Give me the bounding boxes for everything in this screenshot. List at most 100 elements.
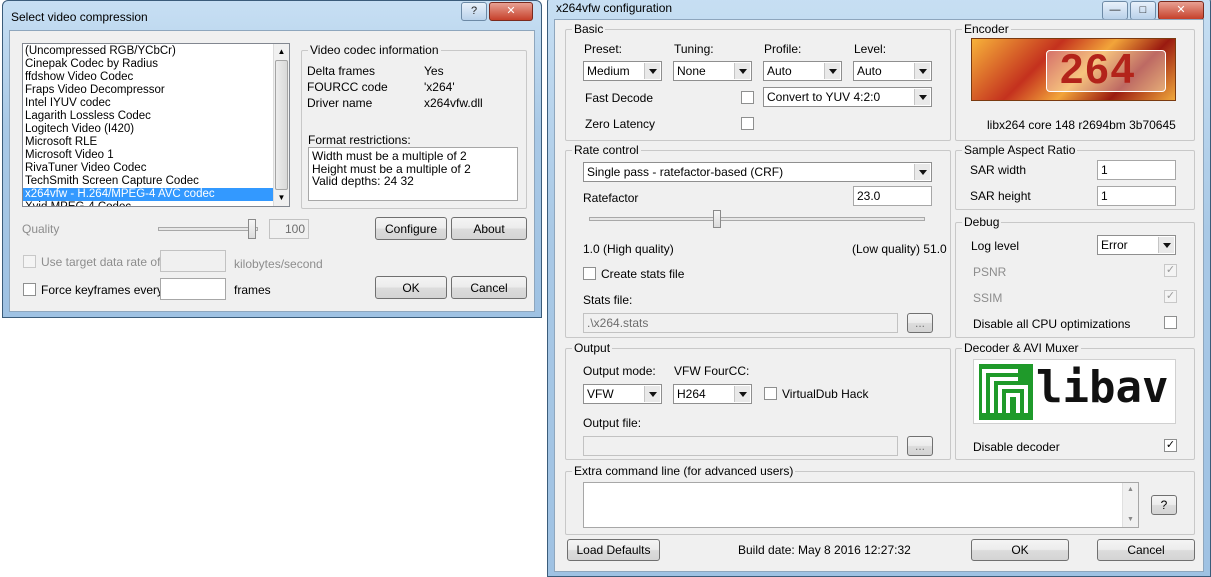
stats-file-field[interactable]: .\x264.stats	[583, 313, 898, 333]
codec-list-item[interactable]: Logitech Video (I420)	[23, 123, 273, 136]
output-title: Output	[572, 341, 613, 355]
basic-title: Basic	[572, 22, 606, 36]
codec-list-item[interactable]: x264vfw - H.264/MPEG-4 AVC codec	[23, 188, 273, 201]
right-close-button[interactable]: ✕	[1158, 1, 1204, 20]
virtualdub-label: VirtualDub Hack	[782, 387, 869, 401]
left-cancel-button[interactable]: Cancel	[451, 276, 527, 299]
disable-cpu-checkbox[interactable]	[1164, 316, 1177, 329]
codec-list-item[interactable]: Microsoft Video 1	[23, 149, 273, 162]
codec-list-item[interactable]: (Uncompressed RGB/YCbCr)	[23, 45, 273, 58]
quality-slider-thumb[interactable]	[248, 219, 256, 239]
maximize-button[interactable]: □	[1130, 1, 1156, 20]
virtualdub-checkbox[interactable]	[764, 387, 777, 400]
info-value-fourcc: 'x264'	[424, 80, 455, 94]
log-level-select[interactable]: Error	[1097, 235, 1176, 255]
dropdown-arrow-icon	[914, 63, 930, 79]
info-value-delta: Yes	[424, 64, 444, 78]
codec-list-item[interactable]: Xvid MPEG-4 Codec	[23, 201, 273, 206]
quality-value-field[interactable]: 100	[269, 219, 309, 239]
codec-list-item[interactable]: Lagarith Lossless Codec	[23, 110, 273, 123]
sar-title: Sample Aspect Ratio	[962, 143, 1078, 157]
keyframes-field[interactable]	[160, 278, 226, 300]
ratefactor-slider-thumb[interactable]	[712, 210, 721, 228]
encoder-version: libx264 core 148 r2694bm 3b70645	[987, 118, 1176, 132]
ratefactor-field[interactable]: 23.0	[853, 186, 932, 206]
x264-logo: 264	[971, 38, 1176, 101]
right-cancel-button[interactable]: Cancel	[1097, 539, 1195, 561]
codec-list[interactable]: (Uncompressed RGB/YCbCr) Cinepak Codec by…	[22, 43, 290, 207]
scroll-up-arrow-icon[interactable]: ▲	[274, 44, 289, 60]
fast-decode-checkbox[interactable]	[741, 91, 754, 104]
codec-list-item[interactable]: Microsoft RLE	[23, 136, 273, 149]
extra-cmdline-textarea[interactable]: ▲ ▼	[583, 482, 1139, 528]
extra-cmdline-scrollbar[interactable]: ▲ ▼	[1122, 483, 1138, 527]
encoder-title: Encoder	[962, 22, 1011, 36]
quality-slider-track[interactable]	[158, 227, 258, 231]
codec-list-scrollbar[interactable]: ▲ ▼	[273, 44, 289, 206]
output-file-label: Output file:	[583, 416, 642, 430]
scroll-down-arrow-icon[interactable]: ▼	[274, 190, 289, 206]
preset-select[interactable]: Medium	[583, 61, 662, 81]
fast-decode-label: Fast Decode	[585, 91, 654, 105]
psnr-label: PSNR	[973, 265, 1007, 279]
tuning-select[interactable]: None	[673, 61, 752, 81]
build-date: Build date: May 8 2016 12:27:32	[738, 543, 911, 557]
libav-logo-mark-icon	[979, 364, 1033, 420]
dropdown-arrow-icon	[644, 63, 660, 79]
sar-height-field[interactable]: 1	[1097, 186, 1176, 206]
level-select[interactable]: Auto	[853, 61, 932, 81]
low-quality-label: (Low quality) 51.0	[852, 242, 947, 256]
load-defaults-button[interactable]: Load Defaults	[567, 539, 660, 561]
target-rate-unit: kilobytes/second	[234, 257, 323, 271]
disable-decoder-label: Disable decoder	[973, 440, 1060, 454]
x264-logo-text: 264	[1060, 45, 1137, 92]
scroll-down-arrow-icon[interactable]: ▼	[1123, 513, 1138, 527]
codec-list-item[interactable]: Cinepak Codec by Radius	[23, 58, 273, 71]
stats-browse-button[interactable]: ...	[907, 313, 933, 333]
left-client-area: (Uncompressed RGB/YCbCr) Cinepak Codec by…	[9, 30, 535, 312]
video-codec-info-title: Video codec information	[308, 43, 441, 57]
sar-width-label: SAR width	[970, 163, 1027, 177]
profile-select[interactable]: Auto	[763, 61, 842, 81]
target-rate-field[interactable]	[160, 250, 226, 272]
output-file-field[interactable]	[583, 436, 898, 456]
zero-latency-checkbox[interactable]	[741, 117, 754, 130]
left-close-button[interactable]: ✕	[489, 2, 533, 21]
create-stats-checkbox[interactable]	[583, 267, 596, 280]
output-browse-button[interactable]: ...	[907, 436, 933, 456]
ratefactor-slider-track[interactable]	[589, 217, 925, 221]
zero-latency-label: Zero Latency	[585, 117, 656, 131]
about-button[interactable]: About	[451, 217, 527, 240]
keyframes-checkbox[interactable]	[23, 283, 36, 296]
codec-list-item[interactable]: Intel IYUV codec	[23, 97, 273, 110]
colorspace-select[interactable]: Convert to YUV 4:2:0	[763, 87, 932, 107]
target-rate-checkbox[interactable]	[23, 255, 36, 268]
sar-width-field[interactable]: 1	[1097, 160, 1176, 180]
psnr-checkbox[interactable]: ✓	[1164, 264, 1177, 277]
codec-list-item[interactable]: Fraps Video Decompressor	[23, 84, 273, 97]
left-titlebar[interactable]: Select video compression ? ✕	[3, 1, 541, 31]
codec-list-item[interactable]: RivaTuner Video Codec	[23, 162, 273, 175]
minimize-button[interactable]: —	[1102, 1, 1128, 20]
scroll-thumb[interactable]	[275, 60, 288, 190]
decoder-title: Decoder & AVI Muxer	[962, 341, 1081, 355]
scroll-up-arrow-icon[interactable]: ▲	[1123, 483, 1138, 497]
left-ok-button[interactable]: OK	[375, 276, 447, 299]
dropdown-arrow-icon	[734, 63, 750, 79]
keyframes-unit: frames	[234, 283, 271, 297]
codec-list-item[interactable]: ffdshow Video Codec	[23, 71, 273, 84]
disable-decoder-checkbox[interactable]: ✓	[1164, 439, 1177, 452]
fourcc-select[interactable]: H264	[673, 384, 752, 404]
left-help-caption-button[interactable]: ?	[461, 2, 487, 21]
extra-help-button[interactable]: ?	[1151, 495, 1177, 515]
output-mode-select[interactable]: VFW	[583, 384, 662, 404]
dropdown-arrow-icon	[734, 386, 750, 402]
rate-mode-select[interactable]: Single pass - ratefactor-based (CRF)	[583, 162, 932, 182]
right-ok-button[interactable]: OK	[971, 539, 1069, 561]
sar-height-label: SAR height	[970, 189, 1031, 203]
configure-button[interactable]: Configure	[375, 217, 447, 240]
codec-list-item[interactable]: TechSmith Screen Capture Codec	[23, 175, 273, 188]
format-restrictions-box: Width must be a multiple of 2 Height mus…	[308, 147, 518, 201]
rate-control-title: Rate control	[572, 143, 641, 157]
ssim-checkbox[interactable]: ✓	[1164, 290, 1177, 303]
